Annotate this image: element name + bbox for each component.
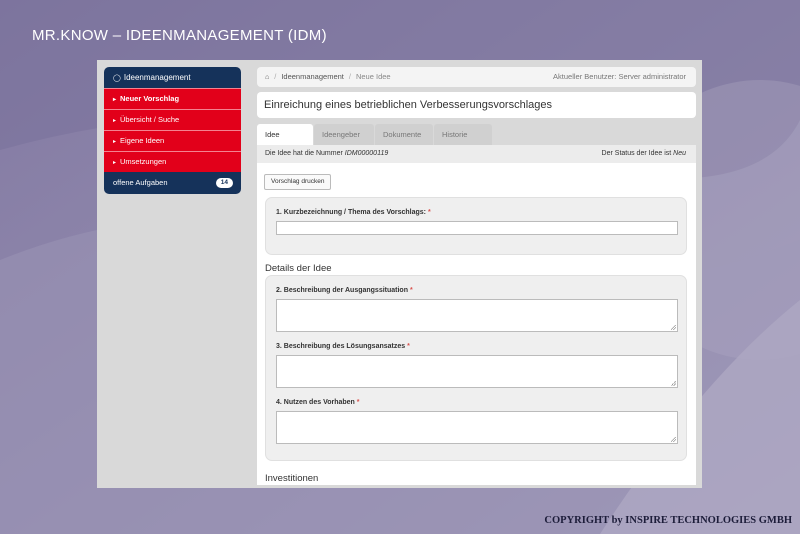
idea-number: IDM00000119: [344, 150, 389, 157]
sidebar: ◯ Ideenmanagement ▸ Neuer Vorschlag ▸ Übers…: [104, 67, 241, 194]
sidebar-header[interactable]: ◯ Ideenmanagement: [104, 67, 241, 88]
tab-label: Historie: [442, 130, 468, 139]
required-marker: *: [407, 343, 410, 350]
title-panel: 1. Kurzbezeichnung / Thema des Vorschlag…: [265, 197, 687, 255]
benefit-label: 4. Nutzen des Vorhaben *: [276, 399, 360, 406]
details-panel: 2. Beschreibung der Ausgangssituation * …: [265, 275, 687, 461]
situation-label-text: 2. Beschreibung der Ausgangssituation: [276, 287, 408, 294]
idea-number-prefix: Die Idee hat die Nummer: [265, 150, 343, 157]
situation-textarea[interactable]: [276, 299, 678, 332]
sidebar-item-label: offene Aufgaben: [113, 178, 168, 187]
breadcrumb-section[interactable]: Ideenmanagement: [281, 72, 344, 81]
print-proposal-button[interactable]: Vorschlag drucken: [264, 174, 332, 190]
current-user: Aktueller Benutzer: Server administrator: [553, 72, 686, 81]
breadcrumb-current: Neue Idee: [355, 72, 391, 81]
title-input[interactable]: [276, 221, 678, 235]
tab-label: Dokumente: [383, 130, 422, 139]
solution-textarea[interactable]: [276, 355, 678, 388]
tab-dokumente[interactable]: Dokumente: [375, 124, 433, 145]
tab-bar: Idee Ideengeber Dokumente Historie: [257, 124, 696, 145]
resize-grip-icon[interactable]: [671, 437, 676, 442]
required-marker: *: [356, 399, 360, 406]
tab-label: Ideengeber: [322, 130, 360, 139]
solution-label-text: 3. Beschreibung des Lösungsansatzes: [276, 343, 406, 350]
tab-historie[interactable]: Historie: [434, 124, 492, 145]
title-label: 1. Kurzbezeichnung / Thema des Vorschlag…: [276, 209, 431, 216]
situation-label: 2. Beschreibung der Ausgangssituation *: [276, 287, 413, 294]
open-tasks-badge: 14: [215, 178, 233, 188]
chevron-right-icon: ▸: [113, 97, 117, 103]
tab-idee[interactable]: Idee: [257, 124, 313, 145]
solution-label: 3. Beschreibung des Lösungsansatzes *: [276, 343, 410, 350]
sidebar-header-label: Ideenmanagement: [123, 73, 191, 82]
sidebar-item-implementations[interactable]: ▸ Umsetzungen: [104, 151, 241, 172]
tab-ideengeber[interactable]: Ideengeber: [314, 124, 374, 145]
required-marker: *: [427, 209, 431, 216]
idea-info-bar: Die Idee hat die Nummer IDM00000119 Der …: [257, 145, 696, 163]
sidebar-item-open-tasks[interactable]: offene Aufgaben 14: [104, 172, 241, 194]
slide-title: MR.KNOW – IDEENMANAGEMENT (IDM): [32, 27, 327, 44]
chevron-right-icon: ▸: [113, 160, 117, 166]
form-content: Die Idee hat die Nummer IDM00000119 Der …: [257, 145, 696, 485]
chevron-right-icon: ▸: [113, 118, 117, 124]
sidebar-item-label: Übersicht / Suche: [120, 115, 180, 124]
page-title: Einreichung eines betrieblichen Verbesse…: [257, 92, 696, 118]
benefit-label-text: 4. Nutzen des Vorhaben: [276, 399, 355, 406]
sidebar-item-label: Umsetzungen: [120, 157, 167, 166]
idea-status-prefix: Der Status der Idee ist: [601, 150, 672, 157]
app-screenshot: ◯ Ideenmanagement ▸ Neuer Vorschlag ▸ Übers…: [97, 60, 702, 488]
benefit-textarea[interactable]: [276, 411, 678, 444]
breadcrumb-separator: /: [348, 72, 351, 81]
title-label-text: 1. Kurzbezeichnung / Thema des Vorschlag…: [276, 209, 427, 216]
breadcrumb: ⌂ / Ideenmanagement / Neue Idee Aktueller Be…: [257, 67, 696, 87]
chevron-right-icon: ▸: [113, 139, 117, 145]
investments-heading: Investitionen: [265, 473, 319, 484]
lightbulb-icon: ◯: [113, 75, 121, 82]
copyright-text: COPYRIGHT by INSPIRE TECHNOLOGIES GMBH: [544, 515, 792, 526]
sidebar-item-label: Neuer Vorschlag: [120, 94, 180, 103]
tab-label: Idee: [265, 130, 280, 139]
resize-grip-icon[interactable]: [671, 381, 676, 386]
main-content: ⌂ / Ideenmanagement / Neue Idee Aktueller Be…: [257, 67, 696, 485]
sidebar-item-new-proposal[interactable]: ▸ Neuer Vorschlag: [104, 88, 241, 109]
sidebar-item-label: Eigene Ideen: [120, 136, 165, 145]
home-icon[interactable]: ⌂: [265, 74, 269, 81]
required-marker: *: [409, 287, 413, 294]
idea-status: Der Status der Idee ist Neu: [602, 145, 686, 163]
sidebar-item-overview[interactable]: ▸ Übersicht / Suche: [104, 109, 241, 130]
details-heading: Details der Idee: [265, 263, 332, 274]
resize-grip-icon[interactable]: [671, 325, 676, 330]
breadcrumb-separator: /: [274, 72, 277, 81]
sidebar-item-own-ideas[interactable]: ▸ Eigene Ideen: [104, 130, 241, 151]
idea-status-value: Neu: [673, 150, 686, 157]
